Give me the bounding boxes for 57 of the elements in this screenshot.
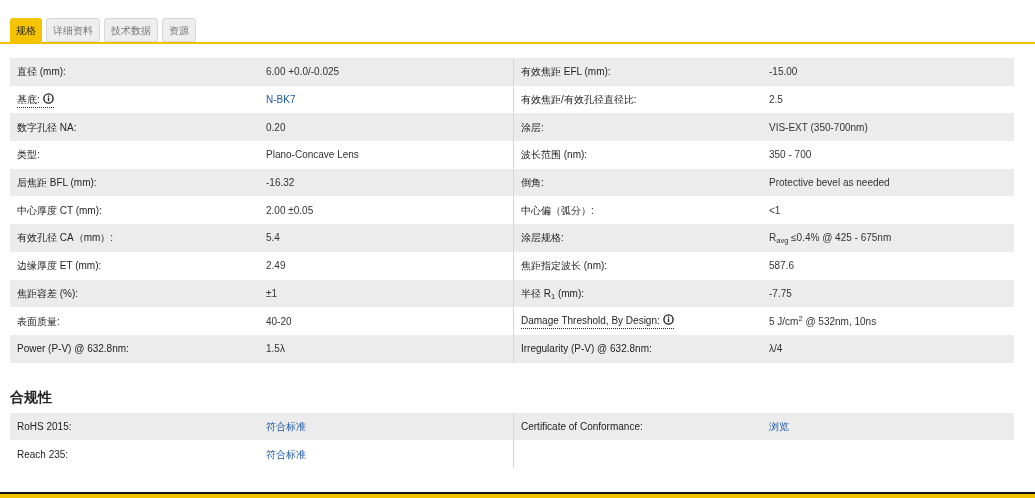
tooltip-label[interactable]: 基底: xyxy=(17,91,54,108)
spec-value: 2.5 xyxy=(769,93,783,108)
spec-value: 2.49 xyxy=(266,259,286,274)
spec-value: -15.00 xyxy=(769,65,798,80)
spec-label: 有效焦距/有效孔径直径比: xyxy=(521,93,637,108)
spec-value: λ/4 xyxy=(769,342,783,357)
spec-label: 后焦距 BFL (mm): xyxy=(17,176,97,191)
spec-label: Power (P-V) @ 632.8nm: xyxy=(17,342,129,357)
spec-label: 有效焦距 EFL (mm): xyxy=(521,65,611,80)
spec-value: 5.4 xyxy=(266,231,280,246)
value-link[interactable]: 符合标准 xyxy=(266,446,306,462)
spec-value: 40-20 xyxy=(266,314,292,329)
spec-label: 焦距容差 (%): xyxy=(17,286,79,301)
spec-label: 中心偏（弧分）: xyxy=(521,203,594,218)
spec-label: Irregularity (P-V) @ 632.8nm: xyxy=(521,342,652,357)
spec-value: ±1 xyxy=(266,286,278,301)
spec-value: -16.32 xyxy=(266,176,295,191)
tooltip-label[interactable]: Damage Threshold, By Design: xyxy=(521,313,674,330)
info-icon[interactable] xyxy=(42,92,54,104)
tab[interactable]: 技术数据 xyxy=(104,18,158,42)
spec-label: 类型: xyxy=(17,148,40,163)
spec-value: -7.75 xyxy=(769,286,792,301)
spec-label: 数字孔径 NA: xyxy=(17,120,77,135)
spec-label: 涂层规格: xyxy=(521,231,564,246)
section-title: 合规性 xyxy=(10,387,52,407)
tab[interactable]: 规格 xyxy=(10,18,42,42)
spec-label: 表面质量: xyxy=(17,314,60,329)
tab[interactable]: 详细资料 xyxy=(46,18,100,42)
spec-value: 1.5λ xyxy=(266,342,285,357)
spec-label: 半径 R$_{1}$ (mm): xyxy=(521,286,585,301)
spec-value: <1 xyxy=(769,203,781,218)
spec-value: 0.20 xyxy=(266,120,286,135)
value-link[interactable]: 符合标准 xyxy=(266,418,306,434)
spec-value: R$_{avg}$ ≤0.4% @ 425 - 675nm xyxy=(769,231,892,246)
spec-label: 涂层: xyxy=(521,120,544,135)
spec-value: Protective bevel as needed xyxy=(769,176,890,191)
spec-value: 350 - 700 xyxy=(769,148,812,163)
spec-label: 倒角: xyxy=(521,176,544,191)
spec-value: 2.00 ±0.05 xyxy=(266,203,314,218)
spec-label: 波长范围 (nm): xyxy=(521,148,588,163)
tab[interactable]: 资源 xyxy=(162,18,196,42)
value-link[interactable]: N-BK7 xyxy=(266,92,296,108)
spec-label: 有效孔径 CA（mm）: xyxy=(17,231,114,246)
spec-label: 直径 (mm): xyxy=(17,65,66,80)
spec-label: 边缘厚度 ET (mm): xyxy=(17,259,102,274)
spec-label: RoHS 2015: xyxy=(17,419,72,434)
spec-label: 焦距指定波长 (nm): xyxy=(521,259,608,274)
spec-value: 5 J/cm$^{2}$ @ 532nm, 10ns xyxy=(769,313,877,329)
spec-label: Reach 235: xyxy=(17,447,69,462)
info-icon[interactable] xyxy=(662,314,674,326)
spec-label: Certificate of Conformance: xyxy=(521,419,643,434)
spec-value: 6.00 +0.0/-0.025 xyxy=(266,65,340,80)
value-link[interactable]: 浏览 xyxy=(769,418,789,434)
spec-value: 587.6 xyxy=(769,259,795,274)
spec-value: VIS-EXT (350-700nm) xyxy=(769,120,868,135)
spec-value: Plano-Concave Lens xyxy=(266,148,359,163)
spec-label: 中心厚度 CT (mm): xyxy=(17,203,102,218)
